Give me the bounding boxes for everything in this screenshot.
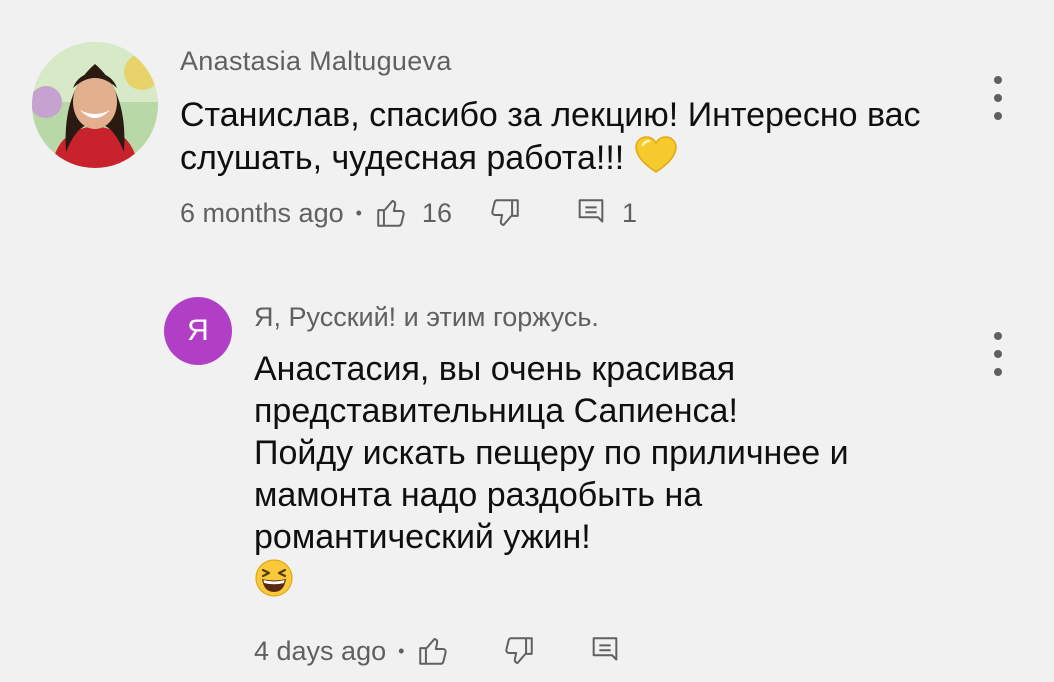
comment-author[interactable]: Anastasia Maltugueva — [180, 46, 452, 77]
comment-text: Станислав, спасибо за лекцию! Интересно … — [180, 94, 960, 184]
like-count: 16 — [421, 197, 452, 228]
grinning-squinting-face-icon — [254, 558, 294, 608]
thumbs-down-icon — [491, 199, 519, 227]
comment-toolbar: 4 days ago • — [254, 631, 622, 671]
comment-emoji-line — [254, 558, 974, 608]
reply-comment: Я Я, Русский! и этим горжусь. Анастасия,… — [0, 282, 1054, 682]
more-actions-button[interactable] — [986, 76, 1010, 120]
comment-body: Станислав, спасибо за лекцию! Интересно … — [180, 96, 921, 177]
separator-dot: • — [398, 640, 405, 661]
thumbs-up-icon — [419, 637, 448, 665]
avatar-image — [32, 42, 158, 168]
comment-author[interactable]: Я, Русский! и этим горжусь. — [254, 302, 599, 333]
comment-toolbar: 6 months ago • 16 1 — [180, 193, 637, 233]
separator-dot: • — [355, 202, 362, 223]
reply-button[interactable] — [588, 634, 622, 668]
like-button[interactable] — [416, 634, 450, 668]
like-button[interactable] — [374, 196, 408, 230]
comment-line: представительница Сапиенса! — [254, 392, 738, 430]
comment-text: Анастасия, вы очень красивая представите… — [254, 348, 974, 608]
comment-line: Анастасия, вы очень красивая — [254, 350, 736, 388]
comment-line: Пойду искать пещеру по приличнее и — [254, 434, 849, 472]
more-actions-button[interactable] — [986, 332, 1010, 376]
comment-timestamp[interactable]: 6 months ago — [180, 198, 344, 229]
comment-reply-icon — [578, 199, 604, 223]
menu-dot — [994, 94, 1002, 102]
comment-timestamp[interactable]: 4 days ago — [254, 636, 386, 667]
dislike-button[interactable] — [488, 196, 522, 230]
yellow-heart-icon — [634, 136, 678, 184]
avatar[interactable]: Я — [164, 297, 232, 365]
menu-dot — [994, 332, 1002, 340]
comment-line: романтический ужин! — [254, 518, 591, 556]
menu-dot — [994, 112, 1002, 120]
menu-dot — [994, 76, 1002, 84]
dislike-button[interactable] — [502, 634, 536, 668]
comment-line: мамонта надо раздобыть на — [254, 476, 703, 514]
thumbs-down-icon — [505, 637, 534, 665]
avatar[interactable] — [32, 42, 158, 168]
menu-dot — [994, 368, 1002, 376]
reply-count[interactable]: 1 — [622, 198, 637, 229]
menu-dot — [994, 350, 1002, 358]
comment: Anastasia Maltugueva Станислав, спасибо … — [0, 0, 1054, 260]
comment-reply-icon — [593, 637, 618, 661]
reply-button[interactable] — [574, 196, 608, 230]
thumbs-up-icon — [377, 199, 405, 227]
